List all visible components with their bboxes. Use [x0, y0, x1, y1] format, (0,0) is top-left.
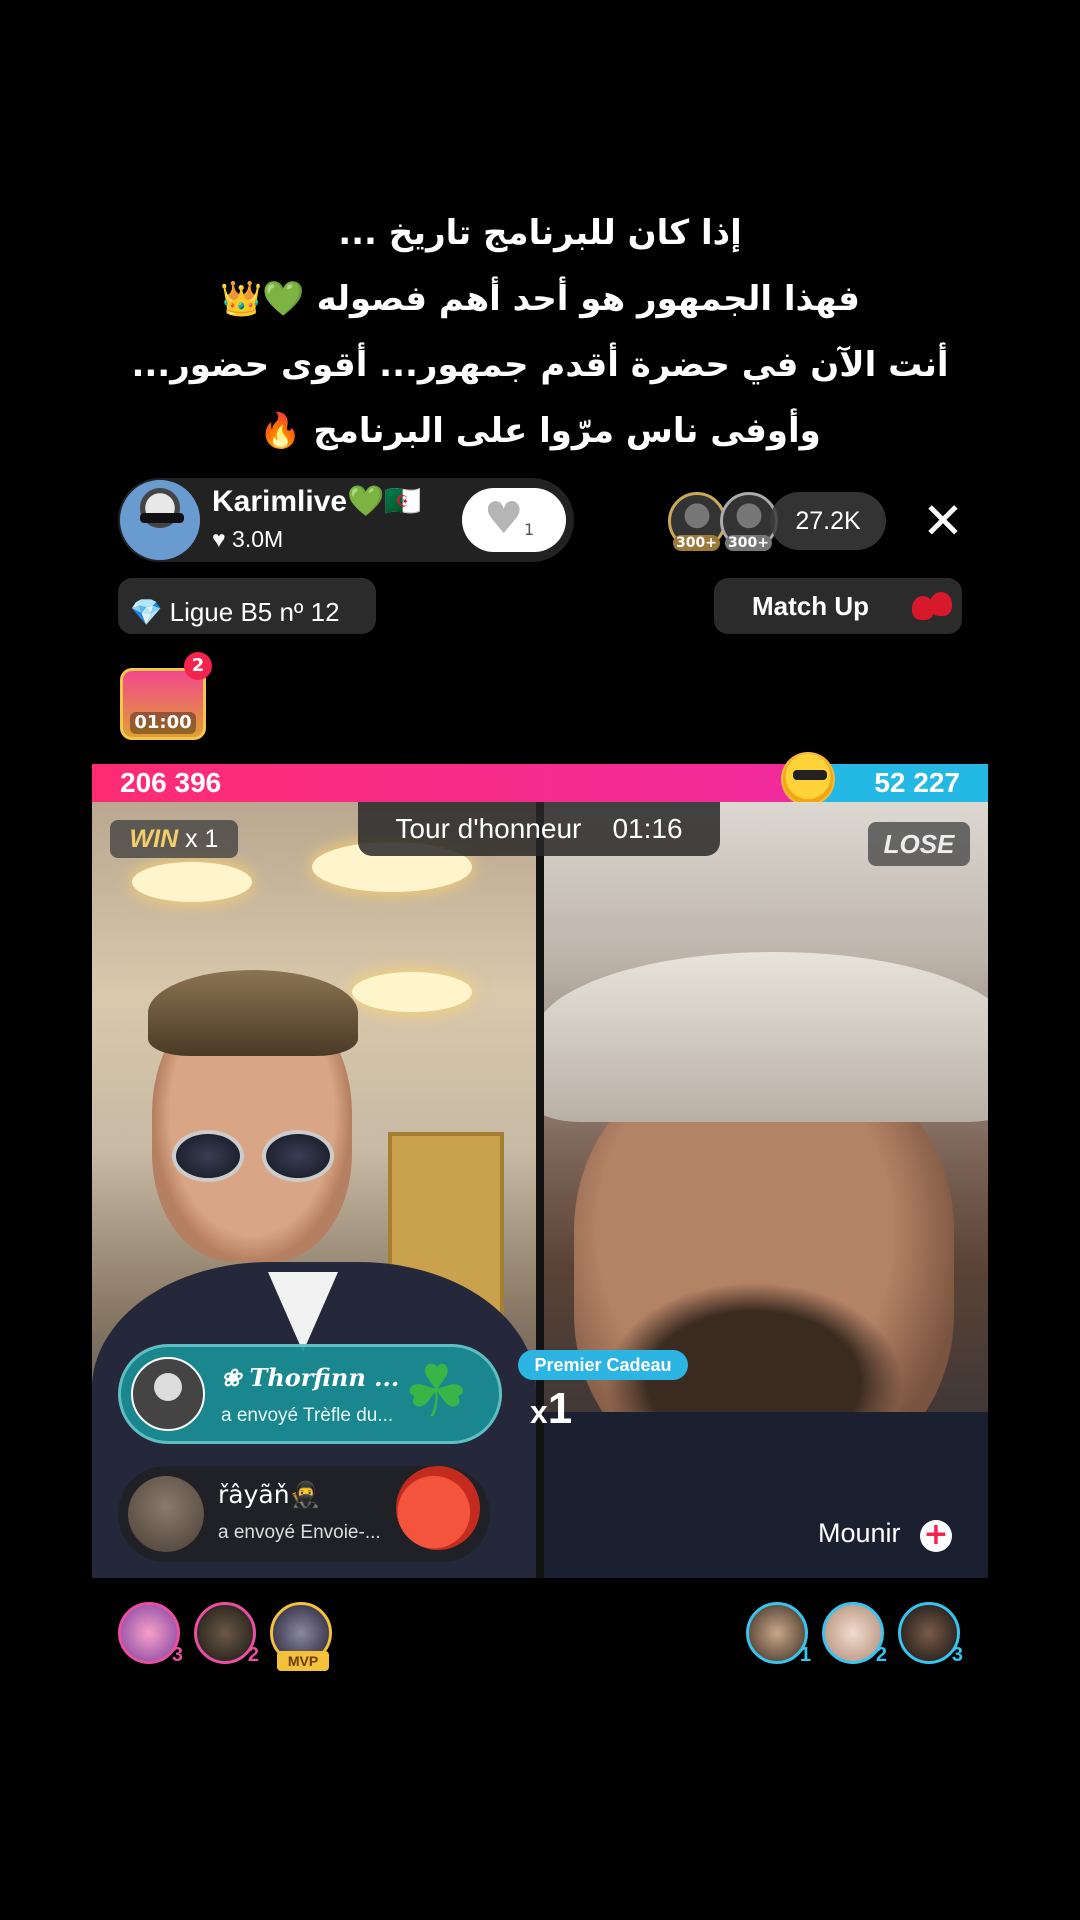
- gift-action: a envoyé Trèfle du...: [221, 1405, 394, 1426]
- win-label: WIN: [129, 825, 179, 853]
- supporter-rank: 1: [799, 1644, 811, 1666]
- gift-notification[interactable]: řâyãň🥷 a envoyé Envoie-...: [118, 1466, 490, 1562]
- cap: [544, 952, 988, 1122]
- gift-sender-avatar[interactable]: [128, 1476, 204, 1552]
- caption-line-4: وأوفى ناس مرّوا على البرنامج 🔥: [259, 411, 821, 451]
- league-label: Ligue B5 nº 12: [169, 597, 340, 627]
- supporter-rank: 2: [875, 1644, 887, 1666]
- top-viewer-rank: 300+: [725, 535, 772, 551]
- video-divider: [536, 802, 544, 1578]
- opponent-name[interactable]: Mounir: [818, 1518, 901, 1549]
- battle-score-bar: 206 396 52 227: [92, 752, 988, 806]
- top-viewer-rank: 300+: [673, 535, 720, 551]
- left-supporter-avatar[interactable]: MVP: [270, 1602, 332, 1671]
- host-video-feed[interactable]: [92, 802, 536, 1578]
- right-supporter-avatar[interactable]: 2: [822, 1602, 887, 1666]
- opponent-video-feed[interactable]: [544, 802, 988, 1578]
- gift-action: a envoyé Envoie-...: [218, 1522, 381, 1543]
- follow-count: 1: [524, 520, 535, 539]
- top-viewer-avatar[interactable]: 300+: [668, 492, 726, 551]
- left-supporter-avatar[interactable]: 3: [118, 1602, 183, 1666]
- battle-timer: Tour d'honneur 01:16: [358, 802, 720, 856]
- premier-cadeau-badge: Premier Cadeau: [518, 1350, 688, 1380]
- host-likes: ♥ 3.0M: [212, 526, 284, 552]
- caption-line-1: إذا كان للبرنامج تاريخ ...: [338, 213, 742, 253]
- viewer-count[interactable]: 27.2K: [770, 492, 886, 550]
- chest-timer: 01:00: [130, 712, 196, 734]
- host-name: Karimlive💚🇩🇿: [212, 485, 422, 518]
- clover-icon: ☘: [404, 1349, 469, 1433]
- follow-heart-button[interactable]: ♥ 1: [462, 488, 566, 552]
- caption-line-3: أنت الآن في حضرة أقدم جمهور... أقوى حضور…: [131, 345, 949, 385]
- chest-badge: 2: [184, 652, 212, 680]
- boxing-gloves-icon: [910, 586, 954, 626]
- timer-value: 01:16: [612, 813, 683, 844]
- left-team-score: 206 396: [92, 764, 807, 802]
- gift-sender-name: ❀ Thorfinn ...: [221, 1363, 400, 1392]
- right-supporter-avatar[interactable]: 3: [898, 1602, 963, 1666]
- supporter-rank: 3: [171, 1644, 183, 1666]
- right-supporter-avatar[interactable]: 1: [746, 1602, 811, 1666]
- supporter-rank: 2: [247, 1644, 259, 1666]
- treasure-chest-button[interactable]: 01:00 2: [118, 652, 212, 742]
- caption-line-2: فهذا الجمهور هو أحد أهم فصوله 💚👑: [220, 279, 860, 319]
- left-supporter-avatar[interactable]: 2: [194, 1602, 259, 1666]
- lose-badge: LOSE: [868, 822, 970, 866]
- gift-multiplier: x1: [530, 1384, 573, 1433]
- match-up-label: Match Up: [752, 591, 869, 621]
- tomato-icon: [396, 1466, 480, 1550]
- video-caption: إذا كان للبرنامج تاريخ ... فهذا الجمهور …: [0, 200, 1080, 464]
- follow-opponent-button[interactable]: +: [920, 1520, 952, 1552]
- league-badge[interactable]: . . . . . . 💎 Ligue B5 nº 12: [118, 578, 376, 634]
- sunglasses: [172, 1130, 338, 1186]
- host-avatar[interactable]: [118, 478, 202, 562]
- gift-sender-avatar[interactable]: [131, 1357, 205, 1431]
- match-up-button[interactable]: Match Up: [714, 578, 962, 634]
- heart-icon: ♥: [484, 493, 524, 544]
- supporter-rank: 3: [951, 1644, 963, 1666]
- timer-label: Tour d'honneur: [395, 813, 582, 844]
- mvp-badge: MVP: [277, 1651, 329, 1671]
- cool-face-emoji-icon: [781, 752, 835, 806]
- gift-sender-name: řâyãň🥷: [218, 1480, 321, 1509]
- win-badge: WIN x 1: [110, 820, 238, 858]
- diamond-icon: 💎: [130, 597, 163, 627]
- win-multiplier: x 1: [185, 825, 219, 853]
- close-icon[interactable]: ✕: [918, 496, 968, 546]
- host-info-pill[interactable]: Karimlive💚🇩🇿 ♥ 3.0M ♥ 1: [118, 478, 574, 562]
